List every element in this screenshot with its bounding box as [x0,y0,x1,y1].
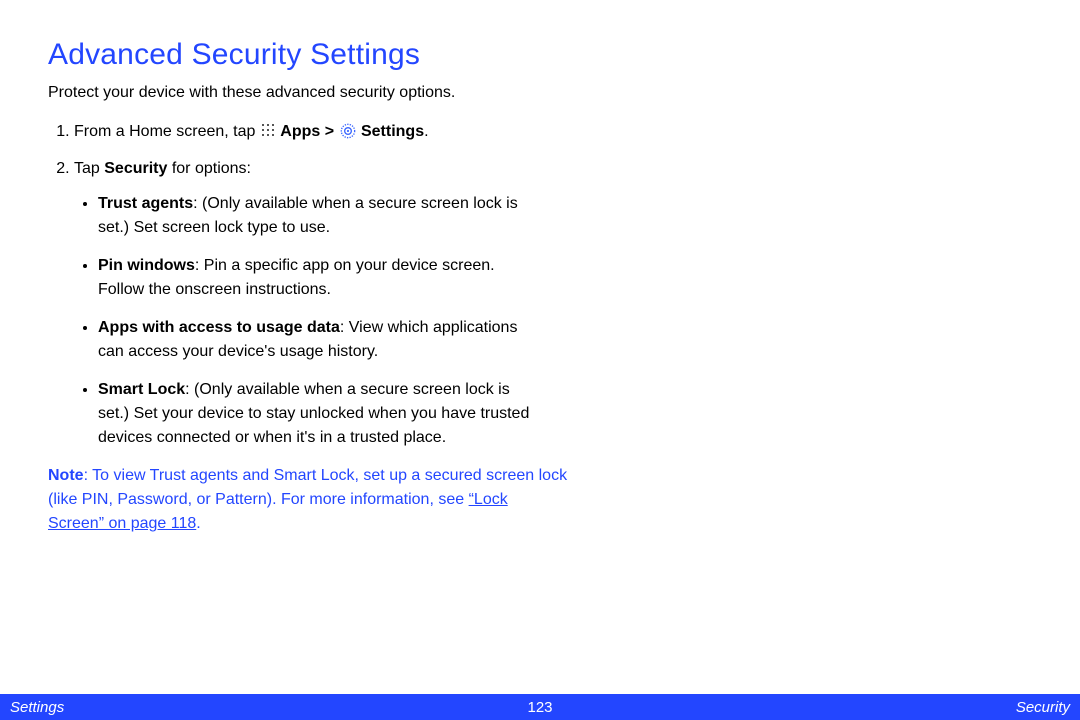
step-2: Tap Security for options: Trust agents: … [74,157,594,450]
note-body-suffix: . [196,515,200,532]
settings-label: Settings [361,123,424,140]
note-label: Note [48,467,84,484]
step-2-suffix: for options: [167,160,251,177]
steps-list: From a Home screen, tap Apps > Settings.… [48,120,594,450]
security-label: Security [104,160,167,177]
list-item: Trust agents: (Only available when a sec… [98,192,538,240]
footer-left: Settings [0,699,500,716]
option-label: Smart Lock [98,381,185,398]
document-page: Advanced Security Settings Protect your … [0,0,1080,720]
settings-gear-icon [340,123,356,139]
footer-right: Security [580,699,1080,716]
step-2-prefix: Tap [74,160,104,177]
step-1-prefix: From a Home screen, tap [74,123,260,140]
list-item: Apps with access to usage data: View whi… [98,316,538,364]
option-label: Pin windows [98,257,195,274]
page-footer: Settings 123 Security [0,694,1080,720]
option-label: Apps with access to usage data [98,319,340,336]
step-1-sep: > [320,123,338,140]
list-item: Smart Lock: (Only available when a secur… [98,378,538,450]
intro-text: Protect your device with these advanced … [48,82,568,104]
options-list: Trust agents: (Only available when a sec… [74,192,594,450]
step-1-suffix: . [424,123,428,140]
page-number: 123 [500,699,580,716]
note-paragraph: Note: To view Trust agents and Smart Loc… [48,464,568,536]
page-title: Advanced Security Settings [48,38,1032,72]
step-1: From a Home screen, tap Apps > Settings. [74,120,594,145]
apps-label: Apps [280,123,320,140]
list-item: Pin windows: Pin a specific app on your … [98,254,538,302]
apps-grid-icon [261,123,275,137]
option-label: Trust agents [98,195,193,212]
